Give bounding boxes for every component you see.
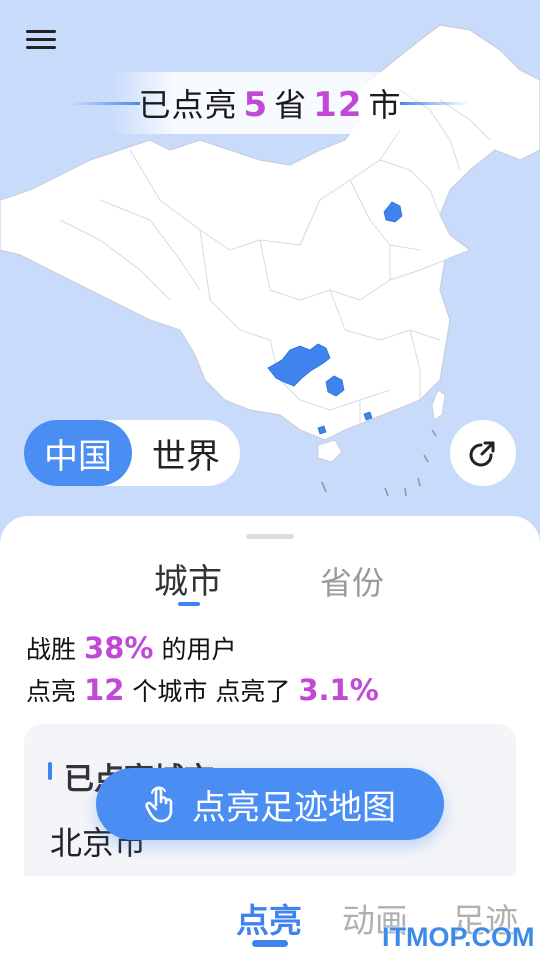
- tab-city[interactable]: 城市: [154, 554, 222, 603]
- province-count: 5: [243, 85, 269, 125]
- lit-summary-text: 已点亮 5 省 12 市: [138, 85, 402, 125]
- light-map-button[interactable]: 点亮足迹地图: [96, 768, 444, 840]
- tap-hand-icon: [145, 786, 173, 823]
- lit-city-count: 12: [84, 673, 125, 707]
- lit-percent: 3.1%: [298, 673, 379, 707]
- lit-summary-banner: 已点亮 5 省 12 市: [70, 72, 470, 134]
- region-option-china[interactable]: 中国: [24, 420, 132, 486]
- region-toggle[interactable]: 中国 世界: [24, 420, 240, 486]
- beat-users-line: 战胜 38% 的用户: [26, 631, 237, 665]
- china-map[interactable]: 已点亮 5 省 12 市 中国 世界: [0, 0, 540, 530]
- nav-active-indicator: [252, 940, 288, 947]
- menu-icon: [26, 30, 56, 33]
- watermark: ITMOP.COM: [382, 922, 535, 952]
- section-marker: [48, 762, 52, 780]
- beat-percent: 38%: [84, 631, 154, 665]
- share-button[interactable]: [450, 420, 516, 486]
- tab-active-indicator: [178, 602, 200, 606]
- tab-province[interactable]: 省份: [320, 558, 384, 604]
- region-option-world[interactable]: 世界: [132, 420, 240, 486]
- city-count: 12: [313, 85, 363, 125]
- light-map-label: 点亮足迹地图: [192, 787, 396, 828]
- stats-tabs: 城市 省份: [0, 554, 540, 624]
- share-icon: [469, 441, 495, 467]
- stats-summary: 战胜 38% 的用户 点亮 12 个城市 点亮了 3.1%: [26, 628, 387, 712]
- lit-cities-line: 点亮 12 个城市 点亮了 3.1%: [26, 673, 379, 707]
- menu-button[interactable]: [22, 26, 62, 58]
- sheet-drag-handle[interactable]: [246, 534, 294, 539]
- nav-item-light[interactable]: 点亮: [236, 894, 302, 942]
